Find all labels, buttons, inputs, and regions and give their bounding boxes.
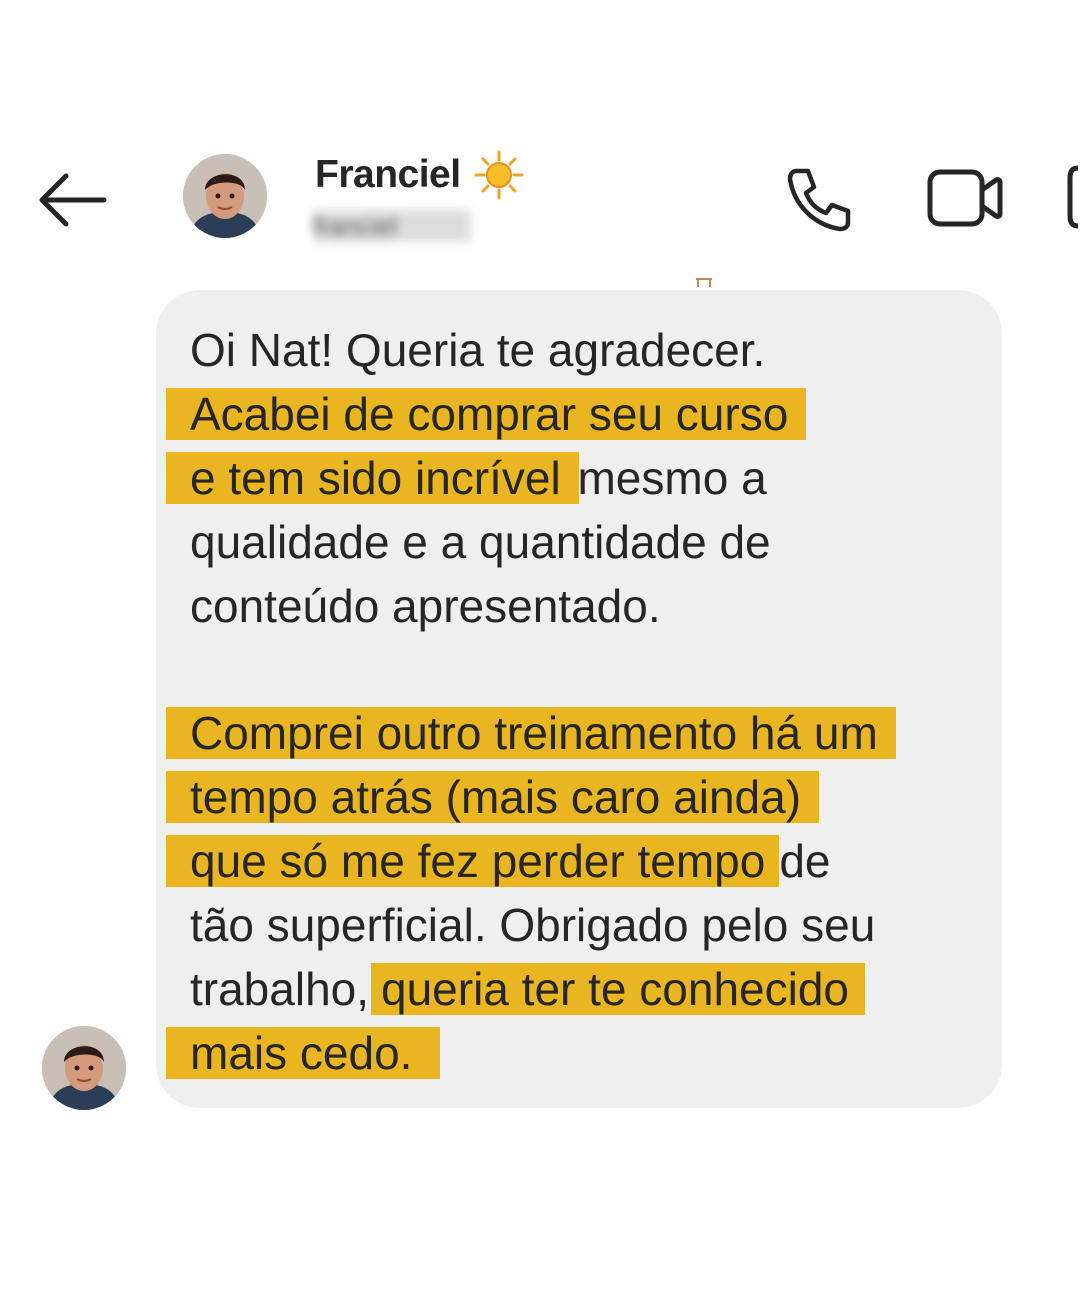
highlighted-text: que só me fez perder tempo: [166, 835, 780, 887]
message-line: conteúdo apresentado.: [190, 574, 661, 638]
message-line: e tem sido incrível mesmo a: [166, 446, 767, 510]
contact-username: franciel: [313, 210, 471, 242]
message-text: qualidade e a quantidade de: [190, 516, 771, 568]
highlighted-text: tempo atrás (mais caro ainda): [166, 771, 820, 823]
message-line: Comprei outro treinamento há um: [166, 701, 896, 765]
contact-avatar[interactable]: [183, 154, 267, 238]
video-camera-icon[interactable]: [924, 166, 1004, 230]
message-text: de: [779, 835, 831, 887]
arrow-left-icon[interactable]: [34, 170, 110, 230]
chat-header: Franciel franciel: [0, 130, 1080, 260]
reaction-marker-icon: [696, 278, 712, 287]
message-text: tão superficial. Obrigado pelo seu: [190, 899, 876, 951]
highlighted-text: e tem sido incrível: [166, 452, 579, 504]
sender-avatar[interactable]: [42, 1026, 126, 1110]
highlighted-text: mais cedo.: [166, 1027, 441, 1079]
sun-emoji-icon: [474, 150, 524, 200]
message-line: qualidade e a quantidade de: [190, 510, 771, 574]
message-text: trabalho,: [190, 963, 370, 1015]
message-line: Acabei de comprar seu curso: [166, 382, 807, 446]
message-text: conteúdo apresentado.: [190, 580, 661, 632]
highlighted-text: Acabei de comprar seu curso: [166, 388, 807, 440]
phone-icon[interactable]: [782, 163, 856, 237]
message-line: que só me fez perder tempo de: [166, 829, 831, 893]
contact-name[interactable]: Franciel: [315, 153, 461, 197]
highlighted-text: queria ter te conhecido: [371, 963, 865, 1015]
message-text: Oi Nat! Queria te agradecer.: [190, 324, 766, 376]
info-icon[interactable]: [1064, 162, 1080, 232]
message-line: tão superficial. Obrigado pelo seu: [190, 893, 875, 957]
message-line: mais cedo.: [166, 1021, 441, 1085]
message-line: tempo atrás (mais caro ainda): [166, 765, 820, 829]
message-text: mesmo a: [577, 452, 767, 504]
message-line: trabalho, queria ter te conhecido: [190, 957, 865, 1021]
highlighted-text: Comprei outro treinamento há um: [166, 707, 896, 759]
message-line: Oi Nat! Queria te agradecer.: [190, 318, 765, 382]
